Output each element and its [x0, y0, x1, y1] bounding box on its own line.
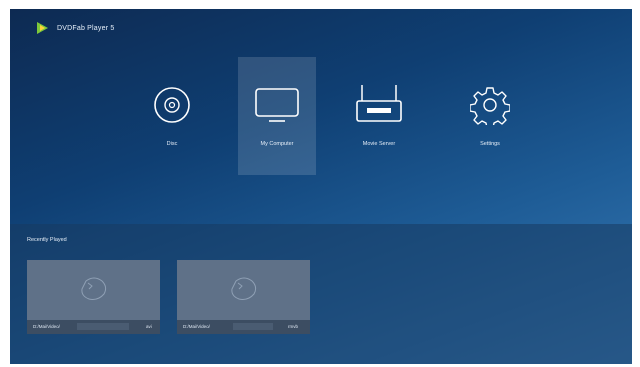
broken-file-icon [177, 260, 310, 316]
recent-item-extension: rmvb [288, 324, 298, 329]
menu-label-my-computer: My Computer [260, 141, 294, 147]
menu-label-movie-server: Movie Server [362, 141, 396, 147]
recently-played-title: Recently Played [27, 237, 67, 243]
title-bar: DVDFab Player 5 [10, 9, 632, 47]
router-icon [354, 85, 404, 125]
menu-label-settings: Settings [480, 141, 500, 147]
recent-item-path: D:/Mai/Video/ [183, 324, 210, 329]
dvdfab-logo-icon [37, 22, 48, 34]
menu-label-disc: Disc [166, 141, 178, 147]
monitor-icon [252, 85, 302, 125]
menu-item-disc[interactable]: Disc [133, 57, 211, 175]
recent-item[interactable]: D:/Mai/Video/ rmvb [177, 260, 310, 334]
broken-file-icon [27, 260, 160, 316]
recent-item-caption: D:/Mai/Video/ rmvb [177, 320, 310, 334]
redacted-filename [233, 323, 273, 330]
recent-item-path: D:/Mai/Video/ [33, 324, 60, 329]
main-menu: Disc My Computer Movie Server Settings [10, 57, 632, 187]
player-window: DVDFab Player 5 Disc My Computer Movie S… [10, 9, 632, 364]
app-title: DVDFab Player 5 [57, 24, 115, 32]
redacted-filename [77, 323, 129, 330]
menu-item-my-computer[interactable]: My Computer [238, 57, 316, 175]
menu-item-movie-server[interactable]: Movie Server [340, 57, 418, 175]
recent-item-extension: avi [146, 324, 152, 329]
recently-played-panel: Recently Played D:/Mai/Video/ avi D:/Mai… [10, 224, 632, 364]
recent-item-caption: D:/Mai/Video/ avi [27, 320, 160, 334]
gear-icon [465, 85, 515, 125]
menu-item-settings[interactable]: Settings [451, 57, 529, 175]
disc-icon [147, 85, 197, 125]
recent-item[interactable]: D:/Mai/Video/ avi [27, 260, 160, 334]
